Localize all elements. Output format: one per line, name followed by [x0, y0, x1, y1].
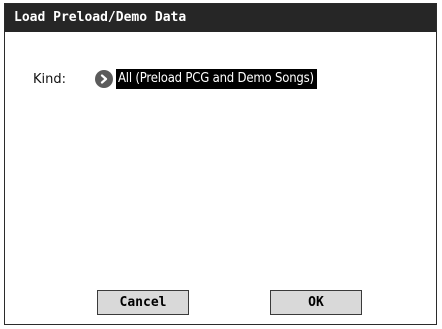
- chevron-right-icon: [100, 74, 108, 84]
- ok-button-label: OK: [308, 295, 324, 310]
- cancel-button-label: Cancel: [119, 295, 167, 310]
- kind-value-field[interactable]: All (Preload PCG and Demo Songs): [116, 69, 317, 89]
- load-preload-demo-dialog: Load Preload/Demo Data Kind: All (Preloa…: [4, 3, 437, 325]
- ok-button[interactable]: OK: [270, 290, 362, 315]
- kind-label: Kind:: [33, 71, 67, 87]
- cancel-button[interactable]: Cancel: [97, 290, 189, 315]
- kind-row: Kind: All (Preload PCG and Demo Songs): [33, 68, 317, 90]
- kind-popup-button[interactable]: [95, 70, 113, 88]
- dialog-title: Load Preload/Demo Data: [5, 4, 436, 32]
